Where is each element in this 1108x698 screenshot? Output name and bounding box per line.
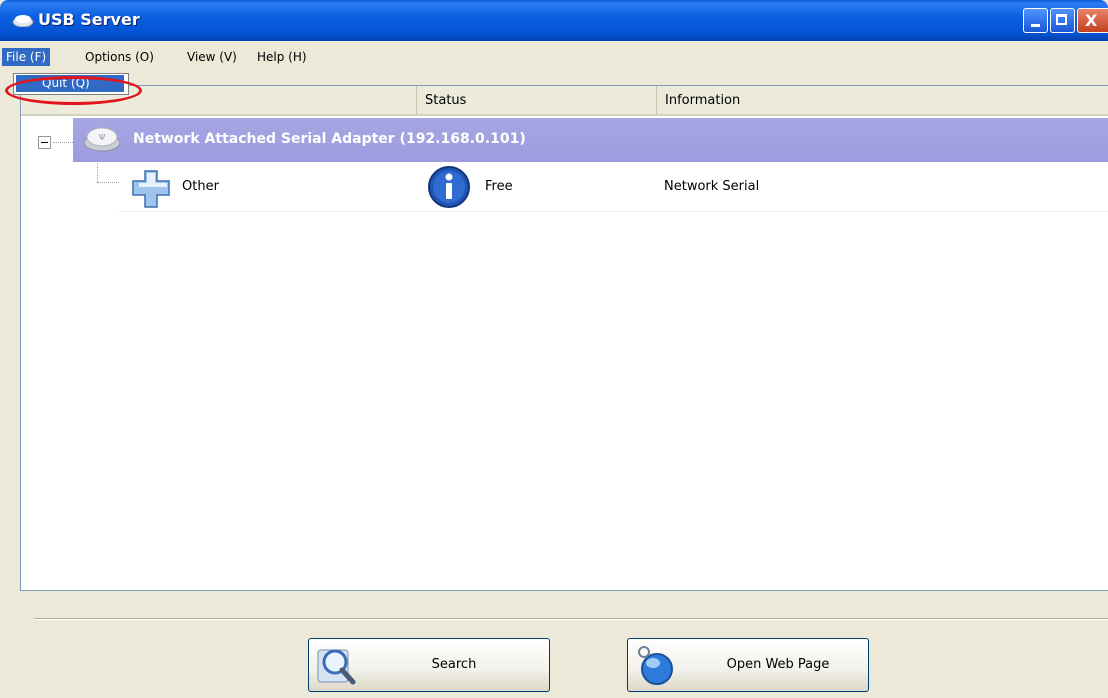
tree-connector	[53, 142, 73, 143]
device-name: Other	[182, 179, 219, 194]
device-list: Status Information Ψ Network Attached Se…	[20, 85, 1108, 591]
menu-help[interactable]: Help (H)	[253, 48, 311, 66]
info-icon	[428, 166, 470, 208]
annotation-highlight	[5, 76, 142, 105]
separator	[35, 618, 1108, 620]
row-divider	[119, 211, 1108, 212]
search-button[interactable]: Search	[308, 638, 550, 692]
window-title: USB Server	[38, 10, 140, 29]
menu-options[interactable]: Options (O)	[81, 48, 158, 66]
column-header-status[interactable]: Status	[417, 86, 657, 116]
column-header-information[interactable]: Information	[657, 86, 1108, 116]
svg-text:Ψ: Ψ	[99, 133, 105, 142]
table-row[interactable]: Other Free Network Serial	[119, 163, 1108, 211]
usb-hub-icon: Ψ	[83, 127, 121, 152]
device-group-label: Network Attached Serial Adapter (192.168…	[133, 131, 526, 147]
minimize-button[interactable]	[1023, 8, 1048, 33]
open-web-page-button[interactable]: Open Web Page	[627, 638, 869, 692]
tree-connector	[97, 163, 98, 182]
puzzle-piece-icon	[132, 170, 170, 208]
close-button[interactable]	[1077, 8, 1108, 33]
open-web-page-button-label: Open Web Page	[726, 657, 830, 672]
device-status: Free	[485, 179, 513, 194]
menu-bar: File (F) Options (O) View (V) Help (H)	[0, 41, 1108, 73]
collapse-toggle[interactable]	[38, 136, 51, 149]
menu-view[interactable]: View (V)	[183, 48, 241, 66]
device-information: Network Serial	[664, 179, 760, 194]
maximize-button[interactable]	[1050, 8, 1075, 33]
tree-connector	[97, 182, 119, 183]
menu-file[interactable]: File (F)	[2, 48, 51, 66]
device-group-row[interactable]: Ψ Network Attached Serial Adapter (192.1…	[73, 118, 1108, 162]
search-button-label: Search	[431, 657, 477, 672]
usb-server-icon	[12, 15, 34, 27]
title-bar: USB Server	[0, 0, 1108, 41]
